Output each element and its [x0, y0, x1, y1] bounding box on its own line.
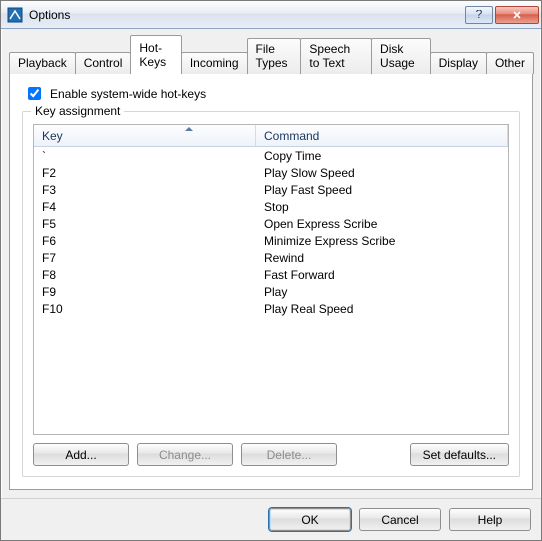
listview-body: `Copy TimeF2Play Slow SpeedF3Play Fast S…	[34, 147, 508, 434]
column-header-command[interactable]: Command	[256, 125, 508, 146]
cell-key: F9	[34, 285, 256, 299]
button-label: Help	[478, 513, 503, 527]
cell-key: F7	[34, 251, 256, 265]
cell-key: F5	[34, 217, 256, 231]
tab-label: Control	[84, 56, 123, 70]
cell-key: F6	[34, 234, 256, 248]
cell-key: F8	[34, 268, 256, 282]
tab-label: Incoming	[190, 56, 239, 70]
tab-hot-keys[interactable]: Hot-Keys	[130, 35, 181, 74]
window-title: Options	[29, 8, 465, 22]
tab-display[interactable]: Display	[430, 52, 487, 74]
table-row[interactable]: F7Rewind	[34, 249, 508, 266]
table-row[interactable]: F10Play Real Speed	[34, 300, 508, 317]
group-button-row: Add... Change... Delete... Set defaults.…	[33, 443, 509, 466]
titlebar: Options ?	[1, 1, 541, 29]
tab-other[interactable]: Other	[486, 52, 534, 74]
cell-key: `	[34, 149, 256, 163]
cell-command: Stop	[256, 200, 508, 214]
tab-label: Speech to Text	[309, 42, 350, 70]
window-buttons: ?	[465, 6, 539, 24]
tab-label: File Types	[256, 42, 288, 70]
cell-command: Minimize Express Scribe	[256, 234, 508, 248]
svg-text:?: ?	[476, 10, 483, 20]
button-label: Delete...	[267, 448, 312, 462]
tab-label: Disk Usage	[380, 42, 415, 70]
cell-command: Play Real Speed	[256, 302, 508, 316]
group-legend: Key assignment	[31, 104, 124, 118]
cell-command: Play Slow Speed	[256, 166, 508, 180]
cancel-button[interactable]: Cancel	[359, 508, 441, 531]
button-label: OK	[301, 513, 318, 527]
table-row[interactable]: F3Play Fast Speed	[34, 181, 508, 198]
enable-hotkeys-row[interactable]: Enable system-wide hot-keys	[24, 84, 520, 103]
spacer	[345, 443, 402, 466]
tab-label: Other	[495, 56, 525, 70]
button-label: Change...	[159, 448, 211, 462]
table-row[interactable]: F6Minimize Express Scribe	[34, 232, 508, 249]
hotkey-listview[interactable]: Key Command `Copy TimeF2Play Slow SpeedF…	[33, 124, 509, 435]
tab-incoming[interactable]: Incoming	[181, 52, 248, 74]
table-row[interactable]: F5Open Express Scribe	[34, 215, 508, 232]
key-assignment-group: Key assignment Key Command `Copy TimeF2P…	[22, 111, 520, 477]
tab-playback[interactable]: Playback	[9, 52, 76, 74]
cell-command: Rewind	[256, 251, 508, 265]
tab-control[interactable]: Control	[75, 52, 132, 74]
table-row[interactable]: F9Play	[34, 283, 508, 300]
table-row[interactable]: `Copy Time	[34, 147, 508, 164]
tab-label: Hot-Keys	[139, 41, 166, 69]
set-defaults-button[interactable]: Set defaults...	[410, 443, 509, 466]
button-label: Cancel	[381, 513, 418, 527]
help-button[interactable]: ?	[465, 6, 493, 24]
button-label: Add...	[65, 448, 96, 462]
add-button[interactable]: Add...	[33, 443, 129, 466]
tab-speech-to-text[interactable]: Speech to Text	[300, 38, 372, 74]
enable-hotkeys-label: Enable system-wide hot-keys	[50, 87, 206, 101]
change-button[interactable]: Change...	[137, 443, 233, 466]
tab-disk-usage[interactable]: Disk Usage	[371, 38, 431, 74]
table-row[interactable]: F4Stop	[34, 198, 508, 215]
cell-command: Copy Time	[256, 149, 508, 163]
close-button[interactable]	[495, 6, 539, 24]
column-label: Command	[264, 129, 319, 143]
column-label: Key	[42, 129, 63, 143]
tab-label: Playback	[18, 56, 67, 70]
dialog-footer: OK Cancel Help	[1, 498, 541, 540]
delete-button[interactable]: Delete...	[241, 443, 337, 466]
tab-file-types[interactable]: File Types	[247, 38, 302, 74]
column-header-key[interactable]: Key	[34, 125, 256, 146]
cell-command: Open Express Scribe	[256, 217, 508, 231]
table-row[interactable]: F8Fast Forward	[34, 266, 508, 283]
cell-key: F2	[34, 166, 256, 180]
tab-label: Display	[439, 56, 478, 70]
cell-key: F4	[34, 200, 256, 214]
tab-page-hot-keys: Enable system-wide hot-keys Key assignme…	[9, 73, 533, 490]
help-footer-button[interactable]: Help	[449, 508, 531, 531]
client-area: Playback Control Hot-Keys Incoming File …	[1, 29, 541, 498]
cell-key: F3	[34, 183, 256, 197]
cell-command: Play Fast Speed	[256, 183, 508, 197]
options-dialog: Options ? Playback Control Hot-Keys Inco…	[0, 0, 542, 541]
tab-strip: Playback Control Hot-Keys Incoming File …	[9, 35, 533, 74]
enable-hotkeys-checkbox[interactable]	[28, 87, 41, 100]
app-icon	[7, 7, 23, 23]
table-row[interactable]: F2Play Slow Speed	[34, 164, 508, 181]
ok-button[interactable]: OK	[269, 508, 351, 531]
cell-command: Play	[256, 285, 508, 299]
listview-header: Key Command	[34, 125, 508, 147]
cell-command: Fast Forward	[256, 268, 508, 282]
cell-key: F10	[34, 302, 256, 316]
button-label: Set defaults...	[423, 448, 496, 462]
